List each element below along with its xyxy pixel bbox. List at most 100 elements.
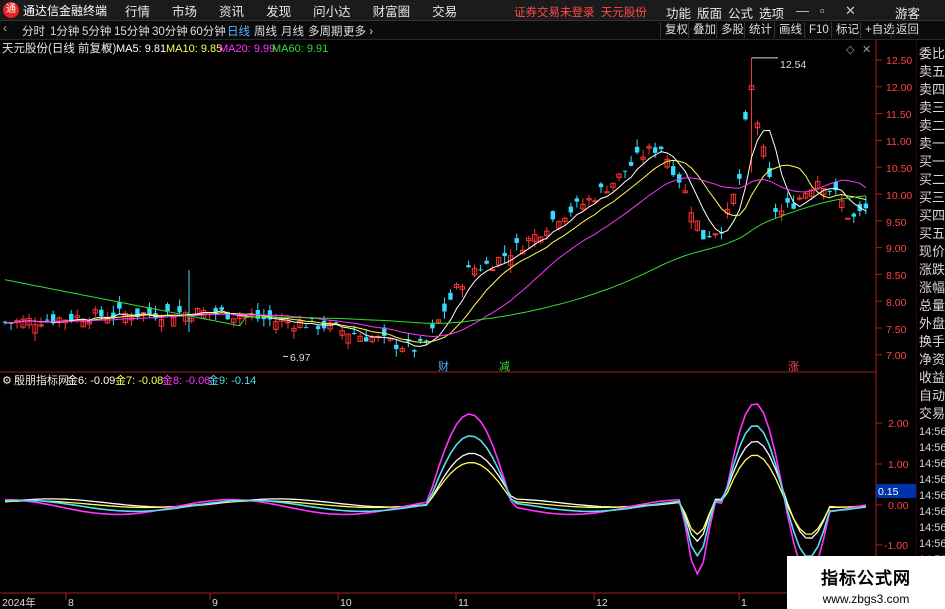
side-item[interactable]: 换手 [919, 333, 945, 351]
tool-statistics[interactable]: 统计 [744, 22, 776, 38]
side-item[interactable]: 买一 [919, 153, 945, 171]
candle-body [634, 146, 640, 153]
side-item[interactable]: 买五 [919, 225, 945, 243]
period-5min[interactable]: 5分钟 [82, 23, 111, 39]
price-tick: 9.50 [886, 217, 907, 229]
candle-body [478, 269, 483, 271]
guest-button[interactable]: 游客 [895, 3, 920, 22]
high-price-marker: 12.54 [780, 59, 806, 71]
tool-f10[interactable]: F10 [804, 22, 833, 38]
menu-market[interactable]: 市场 [172, 1, 197, 20]
tool-draw-line[interactable]: 画线 [774, 22, 806, 38]
side-item[interactable]: 净资 [919, 351, 945, 369]
candle-body [628, 162, 634, 166]
date-label: 9 [212, 597, 218, 609]
side-item[interactable]: 收益 [919, 369, 945, 387]
login-status[interactable]: 证券交易未登录 天元股份 [514, 4, 647, 20]
candle-body [550, 211, 556, 220]
date-label: 2024年 [2, 596, 36, 609]
restore-icon[interactable]: ▫ [820, 3, 825, 18]
period-multi[interactable]: 多周期 [308, 23, 343, 39]
candle-body [785, 198, 790, 203]
menu-formula[interactable]: 公式 [728, 3, 753, 22]
menu-options[interactable]: 选项 [759, 3, 784, 22]
side-item[interactable]: 买二 [919, 171, 945, 189]
side-item[interactable]: 外盘 [919, 315, 945, 333]
period-15min[interactable]: 15分钟 [114, 23, 150, 39]
period-timeshare[interactable]: 分时 [22, 23, 45, 39]
sub-tick: -1.00 [884, 540, 908, 552]
side-item[interactable]: 买三 [919, 189, 945, 207]
candle-body [430, 323, 435, 329]
jin8-label: 金8: -0.06 [162, 373, 210, 387]
candle-body [863, 203, 869, 209]
period-30min[interactable]: 30分钟 [152, 23, 188, 39]
menu-function[interactable]: 功能 [666, 3, 691, 22]
period-1min[interactable]: 1分钟 [50, 23, 79, 39]
menu-trade[interactable]: 交易 [432, 1, 457, 20]
event-rise[interactable]: 涨 [788, 360, 799, 373]
side-item[interactable]: 卖一 [919, 135, 945, 153]
period-daily[interactable]: 日线 [227, 23, 250, 39]
side-item[interactable]: 总量 [919, 297, 945, 315]
close-icon[interactable]: ✕ [845, 3, 856, 19]
period-weekly[interactable]: 周线 [254, 23, 277, 39]
app-window: 通 通达信金融终端 行情 市场 资讯 发现 问小达 财富圈 交易 证券交易未登录… [0, 0, 945, 609]
candle-body [412, 350, 417, 352]
event-reduce[interactable]: 减 [499, 360, 510, 373]
tool-mark[interactable]: 标记 [831, 22, 863, 38]
side-item[interactable]: 委比 [919, 45, 945, 63]
candle-body [333, 322, 339, 324]
candle-body [219, 307, 224, 310]
period-60min[interactable]: 60分钟 [190, 23, 226, 39]
price-tick: 8.00 [886, 297, 907, 309]
side-item[interactable]: 卖四 [919, 81, 945, 99]
side-item[interactable]: 涨跌 [919, 261, 945, 279]
sub-tick: 2.00 [888, 418, 909, 430]
candle-body [598, 183, 604, 188]
sub-gear-icon[interactable]: ⚙ [2, 374, 12, 387]
ma20-line [4, 177, 867, 338]
price-tick: 7.00 [886, 350, 907, 362]
jin7-label: 金7: -0.08 [115, 373, 163, 387]
watermark-url: www.zbgs3.com [822, 592, 910, 606]
menu-news[interactable]: 资讯 [219, 1, 244, 20]
gear-icon[interactable]: ⚙ [103, 44, 112, 55]
menu-layout[interactable]: 版面 [697, 3, 722, 22]
low-price-marker: 6.97 [290, 352, 311, 364]
side-item[interactable]: 自动 [919, 387, 945, 405]
candle-body [827, 190, 832, 192]
minimize-icon[interactable]: — [796, 3, 809, 18]
sub-tick: 1.00 [888, 459, 909, 471]
candle-body [315, 326, 321, 330]
candle-body [622, 170, 628, 172]
collapse-icon[interactable]: ◇ [846, 43, 855, 56]
side-item[interactable]: 交易 [919, 405, 945, 423]
candle-body [442, 303, 447, 312]
period-monthly[interactable]: 月线 [281, 23, 304, 39]
menu-discover[interactable]: 发现 [266, 1, 291, 20]
menu-quotes[interactable]: 行情 [125, 1, 150, 20]
side-item[interactable]: 卖三 [919, 99, 945, 117]
price-tick: 8.50 [886, 270, 907, 282]
price-tick: 12.00 [886, 82, 912, 94]
kline-chart[interactable]: 天元股份(日线 前复权) ⚙ MA5: 9.81 MA10: 9.85 MA20… [0, 40, 916, 609]
menu-wealth-circle[interactable]: 财富圈 [373, 1, 411, 20]
side-item[interactable]: 卖二 [919, 117, 945, 135]
period-more[interactable]: 更多 › [343, 23, 373, 39]
jin6-label: 金6: -0.09 [67, 373, 115, 387]
side-item[interactable]: 买四 [919, 207, 945, 225]
event-financial[interactable]: 财 [438, 359, 449, 373]
side-item[interactable]: 涨幅 [919, 279, 945, 297]
candle-body [165, 304, 170, 312]
price-tick: 10.50 [886, 163, 912, 175]
candle-body [712, 233, 719, 236]
side-item[interactable]: 卖五 [919, 63, 945, 81]
side-item[interactable]: 现价 [919, 243, 945, 261]
tool-back[interactable]: 返回 [891, 22, 923, 38]
candle-body [791, 203, 796, 209]
close-chart-icon[interactable]: ✕ [862, 43, 871, 56]
prev-arrow-icon[interactable]: ‹ [3, 23, 7, 35]
menu-ask-xiaoda[interactable]: 问小达 [313, 1, 351, 20]
ma10-label: MA10: 9.85 [166, 43, 222, 55]
